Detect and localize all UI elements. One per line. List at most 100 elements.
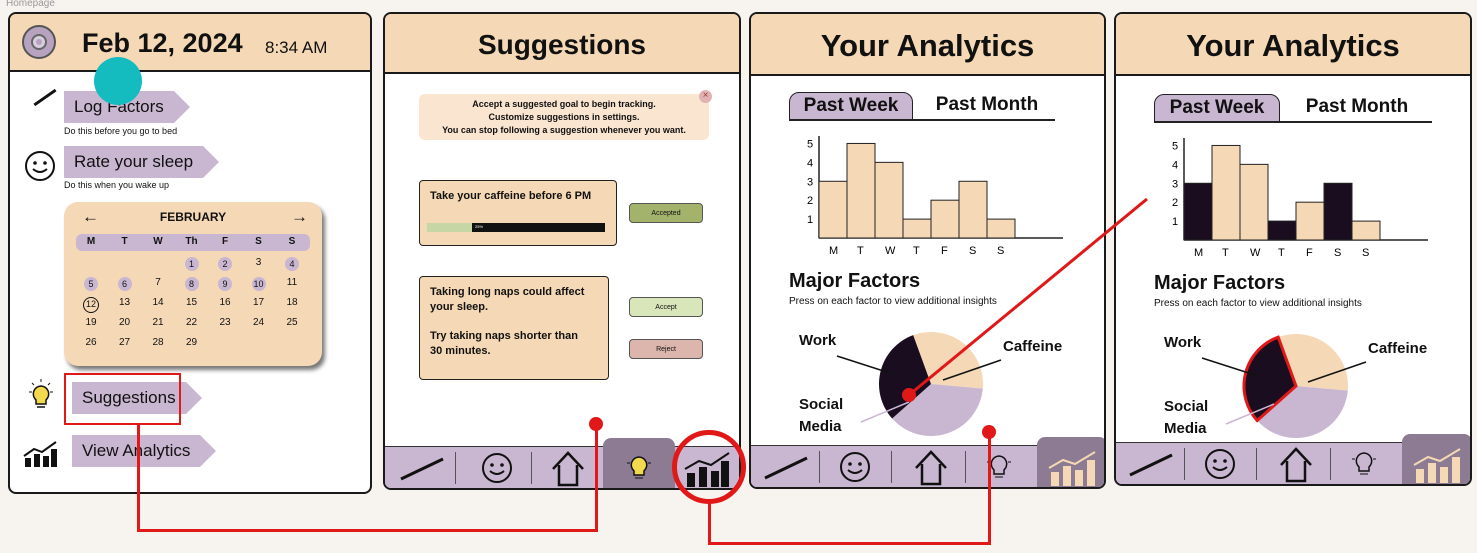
tab-underline	[1154, 121, 1432, 123]
calendar-day[interactable]: 5	[76, 277, 106, 291]
weekday-label: W	[153, 236, 163, 247]
analytics-screen-highlighted: Your Analytics Past Week Past Month 1 2 3 4…	[1114, 12, 1472, 486]
calendar-day-number: 29	[185, 337, 198, 348]
bar	[1295, 201, 1325, 241]
x-tick-label: T	[1278, 247, 1285, 259]
tab-past-week[interactable]: Past Week	[789, 92, 913, 120]
current-time: 8:34 AM	[265, 38, 328, 57]
weekly-bar-chart: 1 2 3 4 5 M T W T F S S	[1172, 138, 1428, 259]
pie-label-social-media[interactable]: Social Media	[1164, 396, 1208, 440]
tab-past-week[interactable]: Past Week	[1154, 94, 1280, 122]
flow-dot	[589, 417, 603, 431]
calendar-day-number: 14	[152, 297, 164, 308]
settings-gear-icon[interactable]	[22, 25, 56, 59]
calendar-day-number: 16	[219, 297, 231, 308]
card-text: Try taking naps shorter than	[430, 330, 578, 342]
accept-button[interactable]: Accept	[629, 297, 703, 317]
calendar-day[interactable]: 20	[110, 317, 140, 328]
pie-label-social-media[interactable]: Social Media	[799, 394, 843, 438]
nav-separator	[1330, 448, 1331, 480]
nav-log-pen-icon[interactable]	[1122, 443, 1178, 485]
pie-label-line: Social	[799, 396, 844, 413]
calendar-day[interactable]: 28	[143, 337, 173, 348]
analytics-header: Your Analytics	[751, 14, 1104, 76]
nav-home-icon[interactable]	[911, 446, 951, 488]
calendar-day[interactable]: 25	[277, 317, 307, 328]
calendar-day[interactable]: 29	[177, 337, 207, 348]
flow-connector	[708, 542, 991, 545]
pie-label-work[interactable]: Work	[1164, 332, 1201, 354]
pie-label-work[interactable]: Work	[799, 330, 836, 352]
calendar-day[interactable]: 14	[143, 297, 173, 308]
bar	[1239, 163, 1269, 241]
y-tick-label: 1	[1172, 216, 1178, 228]
nav-lightbulb-icon[interactable]	[1344, 443, 1384, 485]
current-date: Feb 12, 2024	[82, 28, 243, 58]
calendar-day-number: 7	[155, 277, 161, 288]
tab-past-month[interactable]: Past Month	[919, 92, 1055, 120]
nav-analytics-icon[interactable]	[1410, 443, 1466, 485]
flow-connector	[137, 529, 598, 532]
x-tick-label: M	[1194, 247, 1203, 259]
bar	[1211, 144, 1241, 241]
calendar-day[interactable]: 21	[143, 317, 173, 328]
flow-connector	[708, 500, 711, 545]
calendar-day[interactable]: 6	[110, 277, 140, 291]
pie-label-caffeine[interactable]: Caffeine	[1368, 338, 1427, 360]
calendar-day[interactable]: 1	[177, 257, 207, 271]
calendar-day-number: 6	[117, 277, 132, 291]
nav-lightbulb-icon[interactable]	[979, 446, 1019, 488]
calendar-day[interactable]: 15	[177, 297, 207, 308]
nav-home-icon[interactable]	[1276, 443, 1316, 485]
y-tick-label: 4	[807, 157, 813, 169]
annotation-highlight-box	[64, 373, 181, 425]
nav-separator	[531, 452, 532, 484]
calendar-day[interactable]: 13	[110, 297, 140, 308]
nav-analytics-icon[interactable]	[1045, 446, 1101, 488]
calendar-day[interactable]: 23	[210, 317, 240, 328]
y-tick-label: 4	[1172, 159, 1178, 171]
calendar-day[interactable]: 7	[143, 277, 173, 288]
nav-smiley-icon[interactable]	[477, 447, 517, 489]
calendar-day[interactable]: 18	[277, 297, 307, 308]
nav-log-pen-icon[interactable]	[757, 446, 813, 488]
calendar-day[interactable]: 17	[244, 297, 274, 308]
calendar-day[interactable]: 19	[76, 317, 106, 328]
calendar-day[interactable]: 27	[110, 337, 140, 348]
calendar-month: FEBRUARY	[159, 210, 227, 224]
reject-button[interactable]: Reject	[629, 339, 703, 359]
nav-smiley-icon[interactable]	[835, 446, 875, 488]
x-tick-label: W	[1250, 247, 1261, 259]
calendar-day[interactable]: 3	[244, 257, 274, 268]
annotation-circle	[672, 430, 746, 504]
next-month-arrow-icon[interactable]: →	[291, 207, 308, 227]
weekday-label: F	[221, 236, 229, 247]
calendar-day[interactable]: 16	[210, 297, 240, 308]
calendar-day-number: 24	[252, 317, 265, 328]
calendar-day[interactable]: 10	[244, 277, 274, 291]
tab-past-month[interactable]: Past Month	[1292, 94, 1422, 122]
nav-log-pen-icon[interactable]	[393, 447, 449, 489]
nav-separator	[1256, 448, 1257, 480]
accepted-button[interactable]: Accepted	[629, 203, 703, 223]
smiley-icon	[25, 151, 55, 181]
calendar-day-number: 20	[118, 317, 131, 328]
nav-smiley-icon[interactable]	[1200, 443, 1240, 485]
nav-home-icon[interactable]	[548, 447, 588, 489]
calendar-day[interactable]: 9	[210, 277, 240, 291]
info-banner: Accept a suggested goal to begin trackin…	[419, 94, 709, 140]
calendar-day[interactable]: 12	[76, 297, 106, 313]
calendar-day[interactable]: 4	[277, 257, 307, 271]
calendar-day[interactable]: 8	[177, 277, 207, 291]
calendar-day[interactable]: 22	[177, 317, 207, 328]
calendar-day[interactable]: 11	[277, 277, 307, 288]
nav-lightbulb-icon[interactable]	[619, 447, 659, 489]
calendar-day[interactable]: 2	[210, 257, 240, 271]
rate-sleep-button[interactable]: Rate your sleep	[64, 146, 220, 178]
close-icon[interactable]: ×	[699, 90, 712, 103]
calendar-day[interactable]: 24	[244, 317, 274, 328]
calendar-day-number: 4	[285, 257, 299, 271]
calendar-day[interactable]: 26	[76, 337, 106, 348]
calendar-day-number: 8	[184, 277, 199, 291]
lightbulb-icon	[29, 379, 53, 408]
